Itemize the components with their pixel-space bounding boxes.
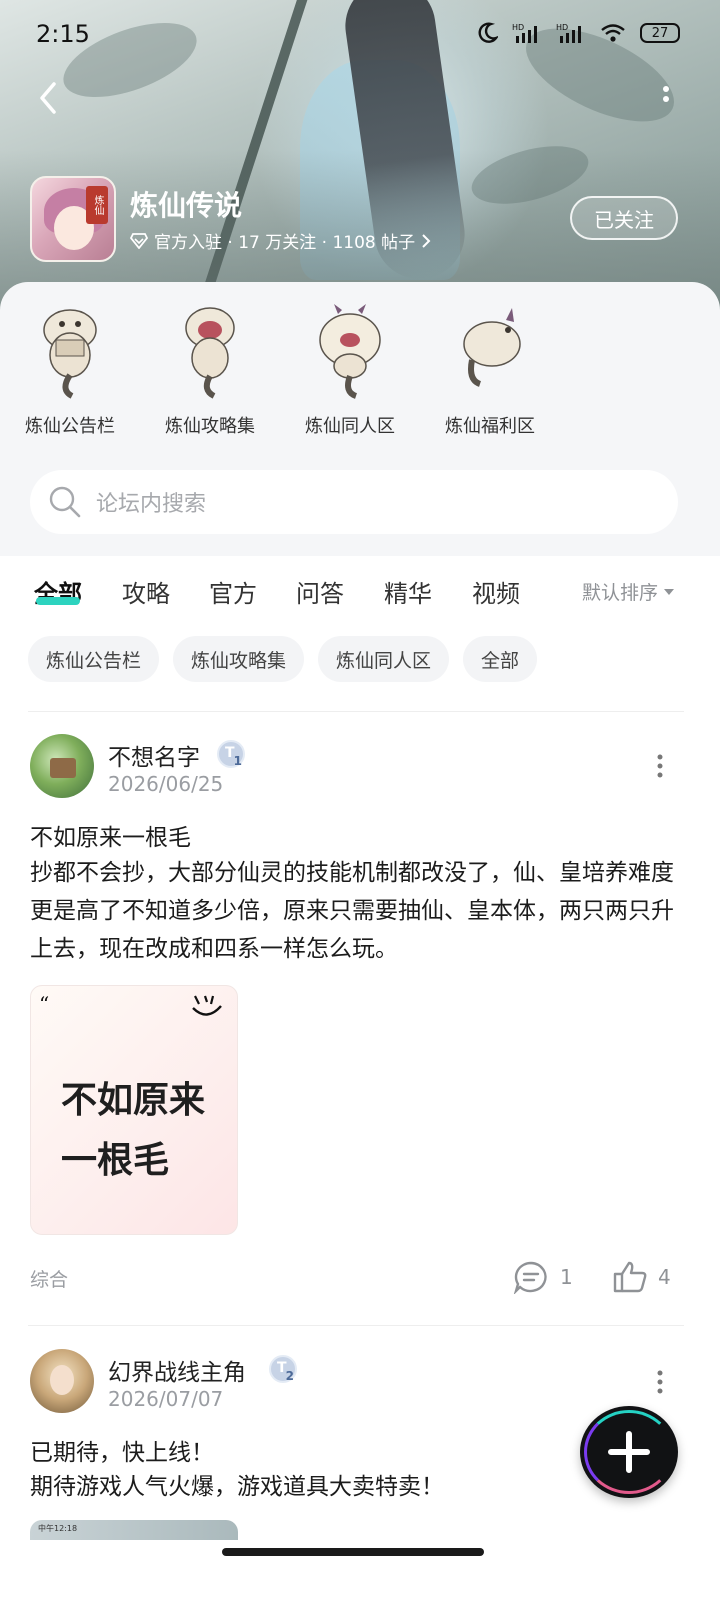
level-number: 1 (233, 754, 242, 768)
sort-dropdown[interactable]: 默认排序 (582, 578, 675, 605)
tab-video[interactable]: 视频 (472, 574, 520, 609)
mascot-shouting-icon (185, 307, 235, 399)
signal-hd-icon: HD (512, 23, 537, 43)
svg-text:HD: HD (556, 23, 568, 32)
post-image-line1: 不如原来 (61, 1079, 206, 1121)
smile-doodle-icon (192, 995, 222, 1016)
comment-count: 1 (560, 1265, 573, 1289)
sections-panel: 炼仙公告栏 炼仙攻略集 炼仙同人区 炼仙福利区 论坛内搜索 (0, 282, 720, 556)
status-icons: HD HD 27 (478, 22, 680, 44)
mascot-flying-icon (463, 308, 521, 387)
verified-diamond-icon (130, 232, 148, 249)
tab-guides[interactable]: 攻略 (122, 574, 170, 609)
level-badge-icon: T1 (217, 740, 245, 768)
comment-button[interactable]: 1 (512, 1260, 573, 1294)
game-icon[interactable]: 炼仙 (30, 176, 116, 262)
battery-level: 27 (651, 25, 669, 41)
moon-icon (478, 22, 498, 43)
more-vertical-icon[interactable] (656, 84, 676, 114)
post-more-icon[interactable] (654, 1368, 666, 1398)
post-date: 2026/07/07 (108, 1387, 224, 1411)
post-image-caption: 中午12:18 (38, 1524, 78, 1533)
follow-button[interactable]: 已关注 (570, 196, 678, 240)
chip-all[interactable]: 全部 (463, 636, 538, 682)
sort-label: 默认排序 (582, 582, 659, 604)
level-badge-icon: T2 (269, 1355, 297, 1383)
active-tab-indicator (36, 597, 80, 605)
battery-icon: 27 (640, 23, 680, 43)
level-number: 2 (285, 1369, 294, 1383)
plus-icon (608, 1431, 650, 1473)
post-date: 2026/06/25 (108, 772, 224, 796)
status-bar: 2:15 HD HD 27 (0, 0, 720, 70)
post-title[interactable]: 不如原来一根毛 (30, 818, 191, 852)
section-guides[interactable]: 炼仙攻略集 (140, 300, 280, 438)
tab-official[interactable]: 官方 (209, 574, 257, 609)
section-welfare[interactable]: 炼仙福利区 (420, 300, 560, 438)
home-indicator[interactable] (222, 1548, 484, 1556)
post-category[interactable]: 综合 (30, 1265, 68, 1292)
chevron-right-icon (422, 233, 431, 248)
tab-featured[interactable]: 精华 (384, 574, 432, 609)
section-announcement[interactable]: 炼仙公告栏 (0, 300, 140, 438)
mascot-reading-icon (43, 309, 97, 399)
create-post-button[interactable] (580, 1406, 678, 1498)
search-icon (49, 486, 81, 518)
like-button[interactable]: 4 (612, 1260, 671, 1294)
thumbs-up-icon (613, 1261, 647, 1293)
chip-announcement[interactable]: 炼仙公告栏 (28, 636, 160, 682)
post-image[interactable]: 中午12:18 (30, 1520, 238, 1540)
game-title: 炼仙传说 (130, 189, 243, 222)
caret-down-icon (664, 588, 675, 595)
search-placeholder: 论坛内搜索 (96, 492, 207, 517)
post-username[interactable]: 幻界战线主角 (108, 1353, 246, 1387)
post-image-line2: 一根毛 (61, 1139, 170, 1181)
post-body[interactable]: 抄都不会抄，大部分仙灵的技能机制都改没了，仙、皇培养难度更是高了不知道多少倍，原… (30, 854, 680, 968)
category-tabs: 全部 攻略 官方 问答 精华 视频 默认排序 (0, 556, 720, 626)
post-more-icon[interactable] (654, 752, 666, 782)
search-input[interactable]: 论坛内搜索 (30, 470, 678, 534)
chip-guides[interactable]: 炼仙攻略集 (173, 636, 305, 682)
divider (28, 1325, 684, 1326)
divider (28, 711, 684, 712)
game-meta-text: 官方入驻 · 17 万关注 · 1108 帖子 (154, 233, 416, 253)
back-icon[interactable] (30, 78, 70, 118)
post-image[interactable]: “ 不如原来 一根毛 (30, 985, 238, 1235)
comment-icon (513, 1261, 547, 1294)
mascot-fluffy-icon (319, 304, 381, 399)
game-icon-tag: 炼仙 (86, 186, 108, 224)
avatar[interactable] (30, 734, 94, 798)
post-image-text: 不如原来 一根毛 (61, 1070, 231, 1190)
section-label: 炼仙公告栏 (25, 416, 115, 437)
section-label: 炼仙福利区 (445, 416, 535, 437)
signal-hd2-icon: HD (556, 23, 581, 43)
avatar[interactable] (30, 1349, 94, 1413)
filter-chips: 炼仙公告栏 炼仙攻略集 炼仙同人区 全部 (28, 636, 538, 682)
wifi-icon (601, 24, 625, 42)
svg-text:HD: HD (512, 23, 524, 32)
game-meta[interactable]: 官方入驻 · 17 万关注 · 1108 帖子 (130, 228, 431, 253)
post-username[interactable]: 不想名字 (108, 738, 200, 772)
section-label: 炼仙同人区 (305, 416, 395, 437)
tab-qa[interactable]: 问答 (296, 574, 344, 609)
section-list: 炼仙公告栏 炼仙攻略集 炼仙同人区 炼仙福利区 (0, 300, 720, 438)
chip-fanart[interactable]: 炼仙同人区 (318, 636, 450, 682)
status-time: 2:15 (36, 20, 90, 48)
like-count: 4 (658, 1265, 671, 1289)
post-title[interactable]: 已期待，快上线！ (30, 1433, 214, 1467)
quote-mark-icon: “ (39, 992, 50, 1016)
section-fanart[interactable]: 炼仙同人区 (280, 300, 420, 438)
section-label: 炼仙攻略集 (165, 416, 255, 437)
